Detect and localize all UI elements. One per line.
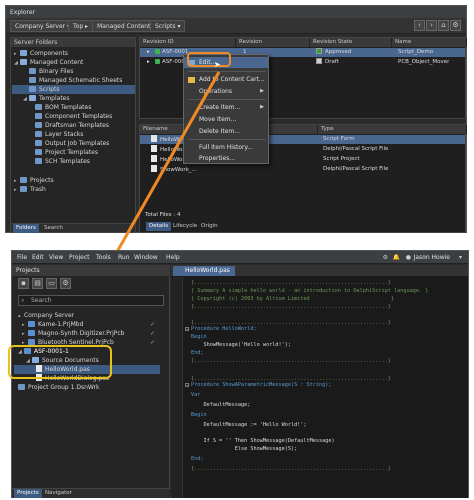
code-line: If S = '' Then ShowMessage(DefaultMessag… xyxy=(191,438,335,444)
chevron-down-icon[interactable]: ▾ xyxy=(459,253,462,262)
composite-screenshot: Explorer Company Server ▾ Top ▸ Managed … xyxy=(0,0,474,500)
user-name[interactable]: Jason Howie xyxy=(414,253,450,262)
editor-gutter xyxy=(171,277,183,498)
code-line: Begin xyxy=(191,334,207,340)
user-icon: ● xyxy=(405,254,411,261)
code-line: End; xyxy=(191,350,204,356)
code-line: End; xyxy=(191,456,204,462)
tab-helloworld[interactable]: HelloWorld.pas xyxy=(173,266,235,276)
search-icon: ⌕ xyxy=(21,297,25,304)
menu-view[interactable]: View xyxy=(49,253,63,262)
project-group-icon xyxy=(18,384,25,390)
code-line: { Copyright (c) 2003 by Altium Limited } xyxy=(191,296,395,302)
tree-project-magno[interactable]: ▸ Magno-Synth Digitizer.PrjPcb xyxy=(22,329,124,338)
code-line: ShowMessage('Hello world!'); xyxy=(191,342,291,348)
save-icon[interactable]: ▪ xyxy=(18,278,29,289)
code-line: { Summary A simple hello world - an intr… xyxy=(191,288,429,294)
code-editor[interactable]: HelloWorld.pas {........................… xyxy=(171,265,468,498)
menu-file[interactable]: File xyxy=(17,253,27,262)
compile-icon[interactable]: ▤ xyxy=(32,278,43,289)
code-line: Var xyxy=(191,392,201,398)
code-line: {.......................................… xyxy=(191,280,391,286)
menu-project[interactable]: Project xyxy=(69,253,90,262)
helloworld-highlight-ring xyxy=(8,345,112,379)
code-line: Begin xyxy=(191,412,207,418)
check-icon: ✓ xyxy=(150,330,156,337)
code-line: Procedure HelloWorld; xyxy=(191,326,257,332)
code-line: DefaultMessage := 'Hello World!'; xyxy=(191,422,307,428)
code-line: {.......................................… xyxy=(191,358,391,364)
code-line: {.......................................… xyxy=(191,304,391,310)
tree-project-kame[interactable]: ▸ Kame-1.PrjMbd xyxy=(22,320,83,329)
code-line: Else ShowMessage(S); xyxy=(191,446,298,452)
check-icon: ✓ xyxy=(150,321,156,328)
notifications-icon[interactable]: 🔔 xyxy=(393,253,400,262)
menu-run[interactable]: Run xyxy=(118,253,130,262)
check-icon: ✓ xyxy=(150,339,156,346)
gear-icon[interactable]: ⚙ xyxy=(60,278,71,289)
search-input[interactable]: Search xyxy=(18,295,164,306)
projects-title: Projects xyxy=(12,265,170,276)
projects-panel: Projects ▪ ▤ ▭ ⚙ Search ⌕ ▴ Company Serve… xyxy=(12,265,170,498)
projects-toolbar: ▪ ▤ ▭ ⚙ xyxy=(12,277,170,291)
menu-tools[interactable]: Tools xyxy=(96,253,111,262)
code-line: Procedure ShowAParametricMessage(S : Str… xyxy=(191,382,332,388)
code-line: DefaultMessage; xyxy=(191,402,251,408)
tree-project-group[interactable]: Project Group 1.DsnWrk xyxy=(18,383,100,392)
code-line: {.......................................… xyxy=(191,466,391,472)
tab-projects[interactable]: Projects xyxy=(14,489,42,498)
fold-icon[interactable]: − xyxy=(185,383,189,388)
fold-icon[interactable]: − xyxy=(185,327,189,332)
menu-window[interactable]: Window xyxy=(134,253,158,262)
tree-company-server[interactable]: ▴ Company Server xyxy=(18,311,74,320)
tab-navigator[interactable]: Navigator xyxy=(42,489,75,498)
menu-edit[interactable]: Edit xyxy=(32,253,44,262)
document-tabs: HelloWorld.pas xyxy=(171,265,468,276)
project-icon xyxy=(28,330,35,336)
projects-tabs: Projects Navigator xyxy=(12,488,170,498)
menu-help[interactable]: Help xyxy=(166,253,180,262)
project-icon xyxy=(28,321,35,327)
folder-open-icon[interactable]: ▭ xyxy=(46,278,57,289)
settings-icon[interactable]: ⚙ xyxy=(383,253,388,262)
menu-bar: File Edit View Project Tools Run Window … xyxy=(12,251,468,264)
